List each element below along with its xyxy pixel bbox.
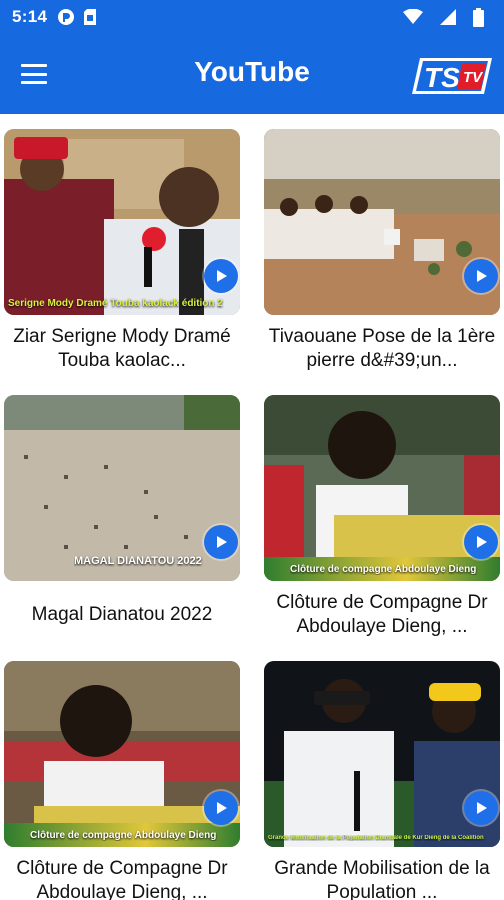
video-card[interactable]: Grande Mobilisation de la Population Dia…	[264, 661, 500, 900]
video-card[interactable]: Serigne Mody Dramé Touba kaolack édition…	[4, 129, 240, 373]
video-thumbnail[interactable]: Clôture de compagne Abdoulaye Dieng	[264, 395, 500, 581]
video-thumbnail[interactable]: Serigne Mody Dramé Touba kaolack édition…	[4, 129, 240, 315]
tstv-logo: TS TV	[412, 58, 492, 94]
video-title[interactable]: Magal Dianatou 2022	[4, 603, 240, 627]
video-card[interactable]: MAGAL DIANATOU 2022 Magal Dianatou 2022	[4, 395, 240, 627]
status-bar: 5:14	[0, 0, 504, 34]
video-card[interactable]: Tivaouane Pose de la 1ère pierre d&#39;u…	[264, 129, 500, 373]
play-icon[interactable]	[204, 525, 238, 559]
thumbnail-caption: Serigne Mody Dramé Touba kaolack édition…	[8, 298, 223, 309]
svg-text:TV: TV	[463, 69, 484, 86]
video-title[interactable]: Tivaouane Pose de la 1ère pierre d&#39;u…	[264, 325, 500, 373]
video-grid: Serigne Mody Dramé Touba kaolack édition…	[0, 114, 504, 900]
play-icon[interactable]	[464, 259, 498, 293]
play-icon[interactable]	[204, 791, 238, 825]
play-icon[interactable]	[464, 791, 498, 825]
app-notification-icon	[57, 8, 75, 26]
video-card[interactable]: Clôture de compagne Abdoulaye Dieng Clôt…	[264, 395, 500, 639]
thumbnail-caption: Clôture de compagne Abdoulaye Dieng	[30, 830, 217, 841]
video-thumbnail[interactable]: Grande Mobilisation de la Population Dia…	[264, 661, 500, 847]
wifi-icon	[403, 9, 423, 25]
video-thumbnail[interactable]: Clôture de compagne Abdoulaye Dieng	[4, 661, 240, 847]
battery-icon	[473, 7, 484, 27]
video-title[interactable]: Clôture de Compagne Dr Abdoulaye Dieng, …	[264, 591, 500, 639]
status-time: 5:14	[12, 7, 48, 26]
sim-card-icon	[83, 8, 97, 26]
video-thumbnail[interactable]: MAGAL DIANATOU 2022	[4, 395, 240, 581]
video-title[interactable]: Clôture de Compagne Dr Abdoulaye Dieng, …	[4, 857, 240, 900]
thumbnail-caption: Clôture de compagne Abdoulaye Dieng	[290, 564, 477, 575]
video-thumbnail[interactable]	[264, 129, 500, 315]
video-card[interactable]: Clôture de compagne Abdoulaye Dieng Clôt…	[4, 661, 240, 900]
video-title[interactable]: Ziar Serigne Mody Dramé Touba kaolac...	[4, 325, 240, 373]
signal-icon	[439, 8, 457, 26]
video-title[interactable]: Grande Mobilisation de la Population ...	[264, 857, 500, 900]
thumbnail-caption: Grande Mobilisation de la Population Dia…	[268, 835, 484, 841]
app-bar: YouTube TS TV	[0, 34, 504, 114]
svg-text:TS: TS	[424, 62, 460, 93]
play-icon[interactable]	[464, 525, 498, 559]
play-icon[interactable]	[204, 259, 238, 293]
